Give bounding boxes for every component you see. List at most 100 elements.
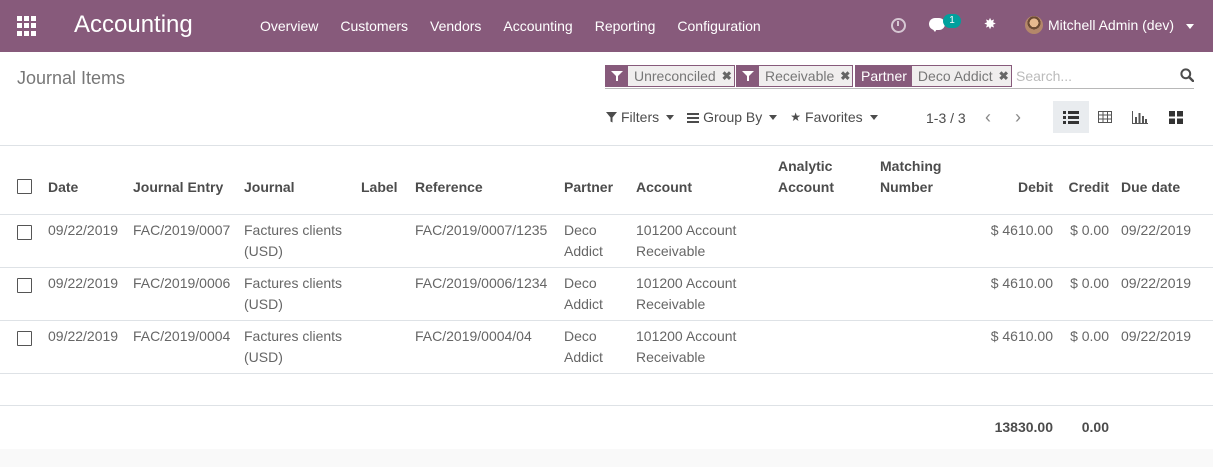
cell-debit: $ 4610.00 [984, 267, 1059, 321]
facet-remove-icon[interactable]: ✖ [838, 66, 853, 86]
table-row[interactable]: 09/22/2019 FAC/2019/0007 Factures client… [0, 214, 1213, 268]
column-header-journal-entry[interactable]: Journal Entry [127, 146, 238, 215]
cell-journal: Factures clients (USD) [238, 214, 355, 268]
column-header-matching-number[interactable]: Matching Number [874, 146, 984, 215]
facet-remove-icon[interactable]: ✖ [996, 66, 1011, 86]
group-by-button[interactable]: Group By [687, 109, 778, 125]
pager-previous-icon[interactable]: ‹ [981, 106, 995, 128]
avatar[interactable] [1025, 16, 1043, 34]
menu-item-accounting[interactable]: Accounting [492, 0, 583, 52]
cell-journal-entry: FAC/2019/0007 [127, 214, 238, 268]
search-facet-partner: Partner Deco Addict ✖ [855, 65, 1012, 87]
search-input[interactable] [1016, 66, 1166, 86]
cell-date: 09/22/2019 [42, 320, 127, 374]
cell-journal: Factures clients (USD) [238, 320, 355, 374]
column-header-analytic-account[interactable]: Analytic Account [772, 146, 874, 215]
content-footer-area [0, 449, 1213, 467]
column-header-label[interactable]: Label [355, 146, 409, 215]
menu-item-vendors[interactable]: Vendors [419, 0, 492, 52]
cell-label [355, 267, 409, 321]
table-header-row: Date Journal Entry Journal Label Referen… [0, 146, 1213, 215]
cell-reference: FAC/2019/0007/1235 [409, 214, 558, 268]
cell-journal: Factures clients (USD) [238, 267, 355, 321]
filter-icon [606, 66, 628, 86]
cell-matching-number [874, 320, 984, 374]
row-checkbox[interactable] [17, 224, 32, 240]
facet-remove-icon[interactable]: ✖ [719, 66, 734, 86]
list-view-button[interactable] [1053, 101, 1089, 133]
cell-label [355, 320, 409, 374]
cell-matching-number [874, 214, 984, 268]
pager-next-icon[interactable]: › [1011, 106, 1025, 128]
menu-item-customers[interactable]: Customers [329, 0, 419, 52]
column-header-debit[interactable]: Debit [984, 146, 1059, 215]
search-facet-unreconciled: Unreconciled ✖ [605, 65, 735, 87]
row-checkbox[interactable] [17, 277, 32, 293]
search-icon[interactable] [1180, 68, 1194, 82]
facet-value: Receivable [759, 66, 839, 86]
app-title[interactable]: Accounting [74, 11, 193, 39]
main-menu: Overview Customers Vendors Accounting Re… [249, 0, 772, 52]
cell-debit: $ 4610.00 [984, 214, 1059, 268]
menu-item-reporting[interactable]: Reporting [584, 0, 667, 52]
filter-icon [737, 66, 759, 86]
table-row[interactable]: 09/22/2019 FAC/2019/0006 Factures client… [0, 267, 1213, 321]
activity-clock-icon[interactable] [891, 18, 906, 33]
breadcrumb: Journal Items [17, 68, 126, 88]
kanban-view-button[interactable] [1158, 101, 1194, 133]
table-row[interactable]: 09/22/2019 FAC/2019/0004 Factures client… [0, 320, 1213, 374]
cell-credit: $ 0.00 [1059, 320, 1115, 374]
user-menu-caret-icon[interactable] [1186, 24, 1194, 29]
cell-journal-entry: FAC/2019/0006 [127, 267, 238, 321]
column-header-reference[interactable]: Reference [409, 146, 558, 215]
filter-icon [606, 111, 617, 122]
menu-item-overview[interactable]: Overview [249, 0, 329, 52]
menu-item-configuration[interactable]: Configuration [666, 0, 771, 52]
cell-journal-entry: FAC/2019/0004 [127, 320, 238, 374]
top-navbar: Accounting Overview Customers Vendors Ac… [0, 0, 1213, 52]
chevron-down-icon [869, 114, 878, 120]
totals-row: 13830.00 0.00 [0, 405, 1213, 449]
apps-menu-icon[interactable] [17, 16, 37, 36]
row-checkbox[interactable] [17, 330, 32, 346]
column-header-account[interactable]: Account [630, 146, 772, 215]
cell-partner: Deco Addict [558, 320, 630, 374]
row-select-cell [0, 214, 42, 268]
cell-account: 101200 Account Receivable [630, 214, 772, 268]
pager-value[interactable]: 1-3 / 3 [926, 110, 966, 126]
cell-credit: $ 0.00 [1059, 214, 1115, 268]
kanban-icon [1169, 110, 1183, 124]
group-by-label: Group By [703, 109, 763, 125]
column-header-date[interactable]: Date [42, 146, 127, 215]
cell-due-date: 09/22/2019 [1115, 267, 1213, 321]
filters-label: Filters [621, 109, 660, 125]
total-credit: 0.00 [1081, 418, 1109, 435]
cell-partner: Deco Addict [558, 267, 630, 321]
cell-due-date: 09/22/2019 [1115, 214, 1213, 268]
column-header-journal[interactable]: Journal [238, 146, 355, 215]
group-by-icon [687, 112, 700, 123]
user-menu-name[interactable]: Mitchell Admin (dev) [1048, 17, 1174, 33]
cell-due-date: 09/22/2019 [1115, 320, 1213, 374]
column-header-partner[interactable]: Partner [558, 146, 630, 215]
cell-matching-number [874, 267, 984, 321]
cell-analytic-account [772, 267, 874, 321]
favorites-label: Favorites [805, 109, 863, 125]
pivot-table-icon [1098, 111, 1112, 123]
filters-button[interactable]: Filters [606, 109, 675, 125]
favorites-button[interactable]: ★ Favorites [790, 109, 878, 125]
cell-reference: FAC/2019/0006/1234 [409, 267, 558, 321]
chat-counter-badge: 1 [943, 14, 961, 28]
cell-label [355, 214, 409, 268]
search-bar: Unreconciled ✖ Receivable ✖ Partner Deco… [605, 64, 1194, 89]
pivot-view-button[interactable] [1087, 101, 1123, 133]
graph-view-button[interactable] [1122, 101, 1158, 133]
search-facet-receivable: Receivable ✖ [736, 65, 854, 87]
column-header-credit[interactable]: Credit [1059, 146, 1115, 215]
cell-analytic-account [772, 214, 874, 268]
debug-bug-icon[interactable]: ✸ [983, 17, 997, 33]
facet-category: Partner [856, 66, 912, 86]
row-select-cell [0, 320, 42, 374]
select-all-checkbox[interactable] [17, 179, 32, 195]
column-header-due-date[interactable]: Due date [1115, 146, 1213, 215]
